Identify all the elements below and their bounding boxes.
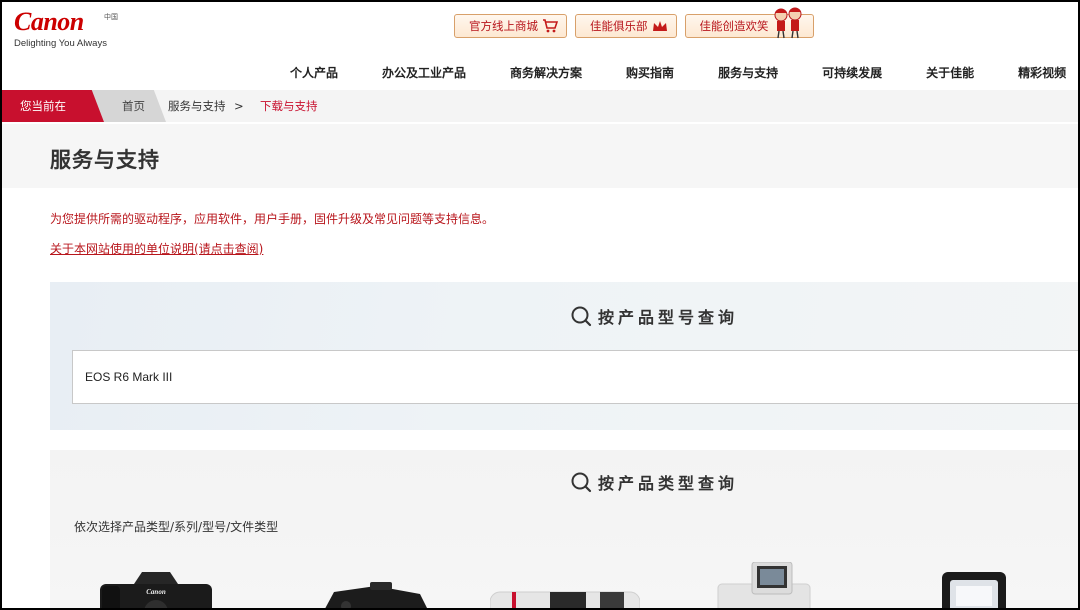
nav-personal-products[interactable]: 个人产品: [290, 64, 338, 81]
telephoto-lens-icon[interactable]: [490, 586, 640, 608]
model-search-panel: 按产品型号查询: [50, 282, 1078, 430]
online-store-label: 官方线上商城: [469, 19, 538, 33]
main-nav: 个人产品 办公及工业产品 商务解决方案 购买指南 服务与支持 可持续发展 关于佳…: [290, 64, 1066, 81]
canon-club-label: 佳能俱乐部: [590, 19, 648, 33]
search-icon: [571, 306, 592, 327]
tagline: Delighting You Always: [14, 38, 107, 49]
title-band: 服务与支持: [2, 124, 1078, 188]
nav-videos[interactable]: 精彩视频: [1018, 64, 1066, 81]
breadcrumb-here-label: 您当前在: [2, 90, 104, 122]
type-search-hint: 依次选择产品类型/系列/型号/文件类型: [74, 520, 279, 534]
camera-brand-label: Canon: [146, 588, 166, 596]
nav-service-support[interactable]: 服务与支持: [718, 64, 778, 81]
nav-buying-guide[interactable]: 购买指南: [626, 64, 674, 81]
canon-smile-link[interactable]: 佳能创造欢笑: [684, 7, 814, 39]
nav-about-canon[interactable]: 关于佳能: [926, 64, 974, 81]
top-links: 官方线上商城 佳能俱乐部 佳能创造欢笑: [454, 7, 814, 39]
model-search-title: 按产品型号查询: [598, 308, 739, 327]
type-search-panel: 按产品类型查询 依次选择产品类型/系列/型号/文件类型 Canon: [50, 450, 1078, 608]
product-category-row: Canon: [50, 560, 1078, 608]
canon-club-link[interactable]: 佳能俱乐部: [575, 14, 677, 38]
camcorder-icon[interactable]: [316, 582, 436, 608]
shopping-cart-icon: [543, 19, 558, 33]
region-label: 中国: [104, 13, 118, 21]
dslr-camera-icon[interactable]: Canon: [98, 568, 214, 608]
breadcrumb-separator: >: [234, 99, 244, 113]
nav-sustainability[interactable]: 可持续发展: [822, 64, 882, 81]
nav-business-solutions[interactable]: 商务解决方案: [510, 64, 582, 81]
speedlite-flash-icon[interactable]: [938, 566, 1010, 608]
breadcrumb-current: 下载与支持: [260, 99, 318, 113]
model-search-heading: 按产品型号查询: [570, 304, 738, 328]
canon-logo[interactable]: Canon: [14, 8, 107, 36]
type-search-heading: 按产品类型查询: [570, 470, 738, 494]
breadcrumb: 首页 您当前在 服务与支持 > 下载与支持: [2, 90, 1078, 122]
type-search-title: 按产品类型查询: [598, 474, 739, 493]
breadcrumb-service[interactable]: 服务与支持: [168, 90, 226, 122]
search-icon: [571, 472, 592, 493]
model-search-input[interactable]: [72, 350, 1078, 404]
logo-block[interactable]: Canon Delighting You Always: [14, 8, 107, 50]
canon-smile-label: 佳能创造欢笑: [699, 19, 769, 33]
online-store-link[interactable]: 官方线上商城: [454, 14, 567, 38]
crown-icon: [652, 20, 667, 31]
unit-info-link[interactable]: 关于本网站使用的单位说明(请点击查阅): [50, 240, 263, 257]
nav-office-industrial[interactable]: 办公及工业产品: [382, 64, 466, 81]
photo-printer-icon[interactable]: [714, 562, 814, 608]
page: Canon Delighting You Always 中国 官方线上商城 佳能…: [2, 2, 1078, 608]
intro-text: 为您提供所需的驱动程序，应用软件，用户手册，固件升级及常见问题等支持信息。: [50, 212, 495, 226]
page-title: 服务与支持: [50, 148, 160, 172]
mascot-icon: [774, 7, 801, 39]
